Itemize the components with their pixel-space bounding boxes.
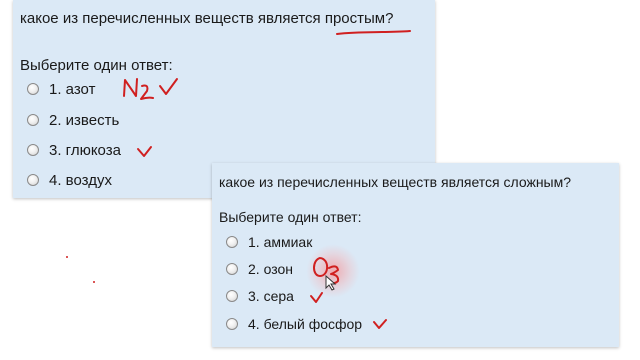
answer-option-4[interactable]: 4. воздух: [27, 170, 112, 190]
ink-dot: [66, 256, 68, 258]
answer-option-1[interactable]: 1. азот: [27, 79, 95, 99]
option-label: 3. сера: [248, 288, 294, 304]
option-label: 2. известь: [49, 111, 120, 129]
question-keyword: простым: [324, 10, 386, 27]
ink-dot: [93, 281, 95, 283]
option-label: 1. аммиак: [248, 234, 313, 250]
answer-option-3[interactable]: 3. сера: [226, 286, 294, 306]
option-label: 4. белый фосфор: [248, 316, 363, 332]
question-card-complex: какое из перечисленных веществ является …: [212, 163, 619, 347]
option-label: 3. глюкоза: [49, 141, 121, 159]
answer-option-2[interactable]: 2. известь: [27, 110, 119, 130]
answer-option-4[interactable]: 4. белый фосфор: [226, 314, 362, 334]
question-text: какое из перечисленных веществ является …: [20, 10, 394, 27]
radio-button[interactable]: [226, 236, 238, 248]
cursor-highlight: [306, 244, 360, 298]
answer-option-3[interactable]: 3. глюкоза: [27, 140, 121, 160]
option-label: 1. азот: [49, 80, 96, 98]
radio-button[interactable]: [27, 114, 39, 126]
option-label: 2. озон: [248, 261, 293, 277]
answer-option-2[interactable]: 2. озон: [226, 259, 293, 279]
radio-button[interactable]: [226, 290, 238, 302]
radio-button[interactable]: [27, 144, 39, 156]
answer-prompt: Выберите один ответ:: [219, 209, 362, 225]
option-label: 4. воздух: [49, 171, 112, 189]
answer-prompt: Выберите один ответ:: [20, 57, 173, 74]
radio-button[interactable]: [27, 83, 39, 95]
radio-button[interactable]: [226, 318, 238, 330]
question-text: какое из перечисленных веществ является …: [219, 174, 572, 190]
radio-button[interactable]: [226, 263, 238, 275]
answer-option-1[interactable]: 1. аммиак: [226, 232, 312, 252]
radio-button[interactable]: [27, 174, 39, 186]
